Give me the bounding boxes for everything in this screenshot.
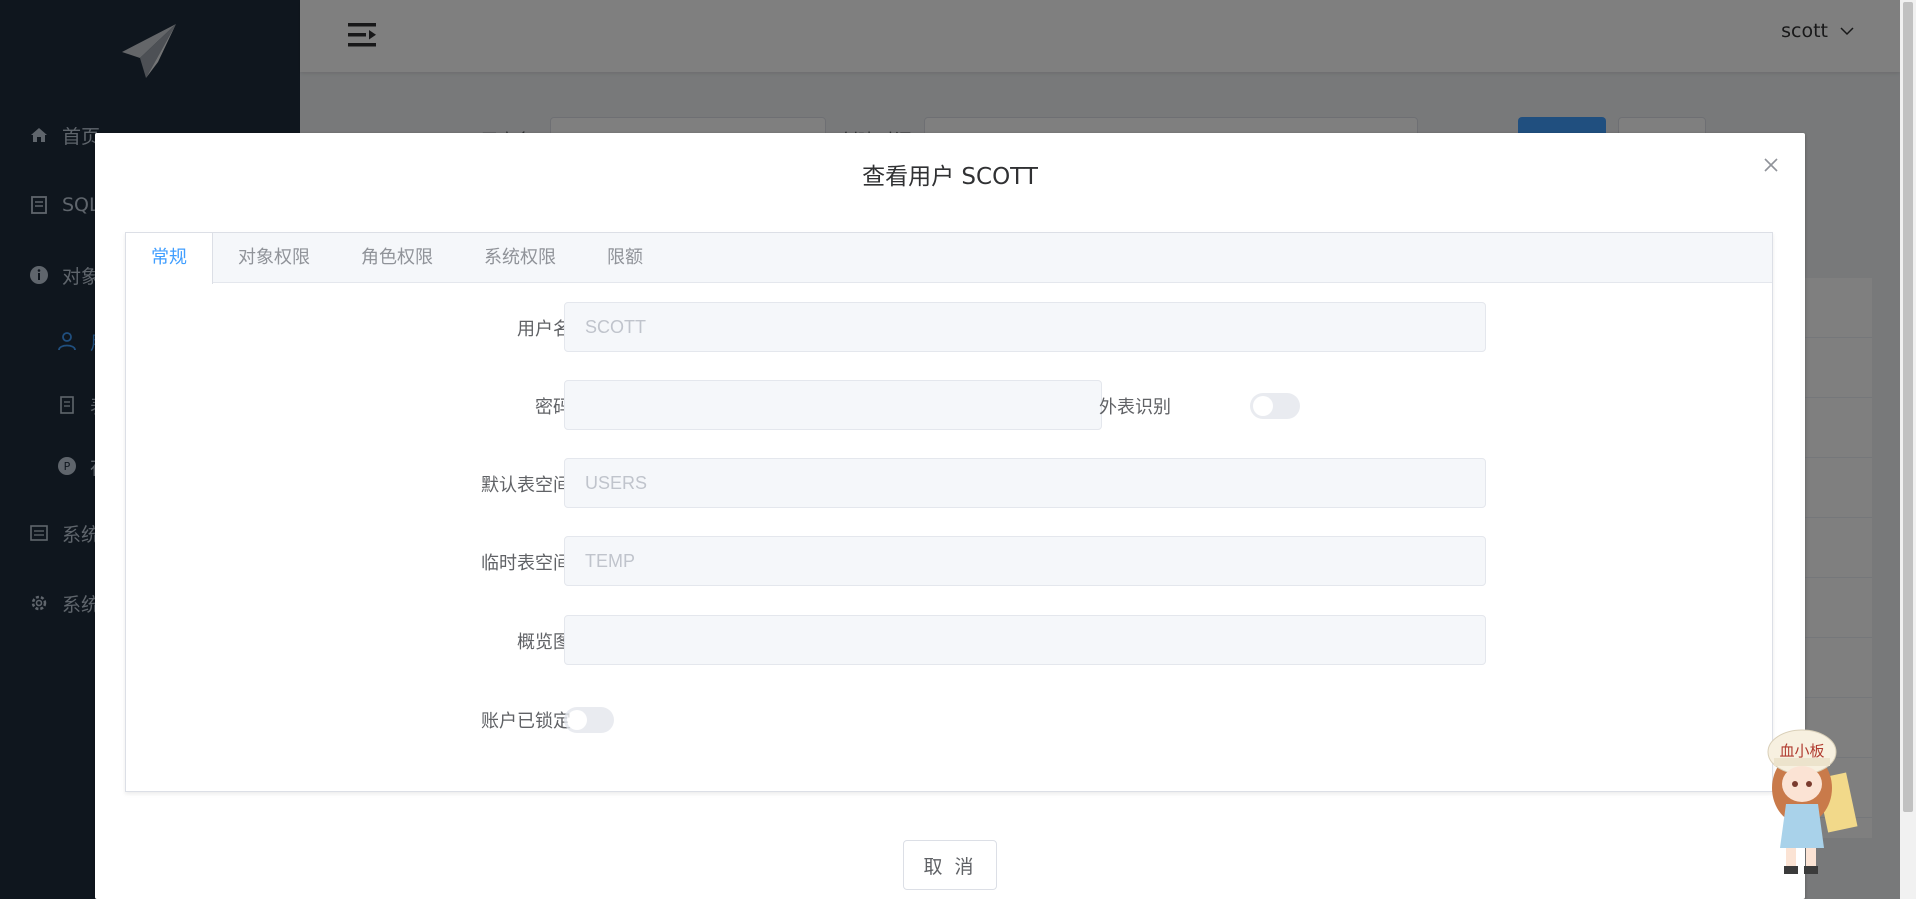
external-identification-switch[interactable] [1250,393,1300,419]
external-identification-label: 外表识别 [1099,397,1171,418]
mascot-cap-text: 血小板 [1779,742,1824,760]
default-tablespace-field[interactable]: USERS [564,458,1486,508]
cancel-button[interactable]: 取 消 [903,840,997,890]
switch-knob [567,710,587,730]
page-scrollbar[interactable] [1900,0,1916,899]
password-label: 密码 [535,397,571,418]
tabs-header: 常规 对象权限 角色权限 系统权限 限额 [126,233,1772,284]
temp-tablespace-field[interactable]: TEMP [564,536,1486,586]
close-icon[interactable] [1761,155,1781,175]
tab-role-privileges[interactable]: 角色权限 [336,233,459,283]
profile-label: 概览图 [517,632,571,653]
view-user-dialog: 查看用户 SCOTT 常规 对象权限 角色权限 系统权限 限额 用户名 SCOT… [95,133,1805,899]
default-tablespace-label: 默认表空间 [481,475,571,496]
user-tabs: 常规 对象权限 角色权限 系统权限 限额 用户名 SCOTT 密码 外表识别 默… [125,232,1773,792]
tab-system-privileges[interactable]: 系统权限 [459,233,582,283]
mascot-character-icon[interactable]: 血小板 [1760,720,1870,880]
scrollbar-thumb[interactable] [1903,2,1913,812]
tab-quotas[interactable]: 限额 [582,233,669,283]
tab-object-privileges[interactable]: 对象权限 [213,233,336,283]
account-locked-switch[interactable] [564,707,614,733]
username-label: 用户名 [517,319,571,340]
dialog-title: 查看用户 SCOTT [862,164,1038,190]
switch-knob [1253,396,1273,416]
tab-general[interactable]: 常规 [126,233,213,284]
profile-field[interactable] [564,615,1486,665]
password-field[interactable] [564,380,1102,430]
username-field[interactable]: SCOTT [564,302,1486,352]
account-locked-label: 账户已锁定 [481,711,571,732]
temp-tablespace-label: 临时表空间 [481,553,571,574]
